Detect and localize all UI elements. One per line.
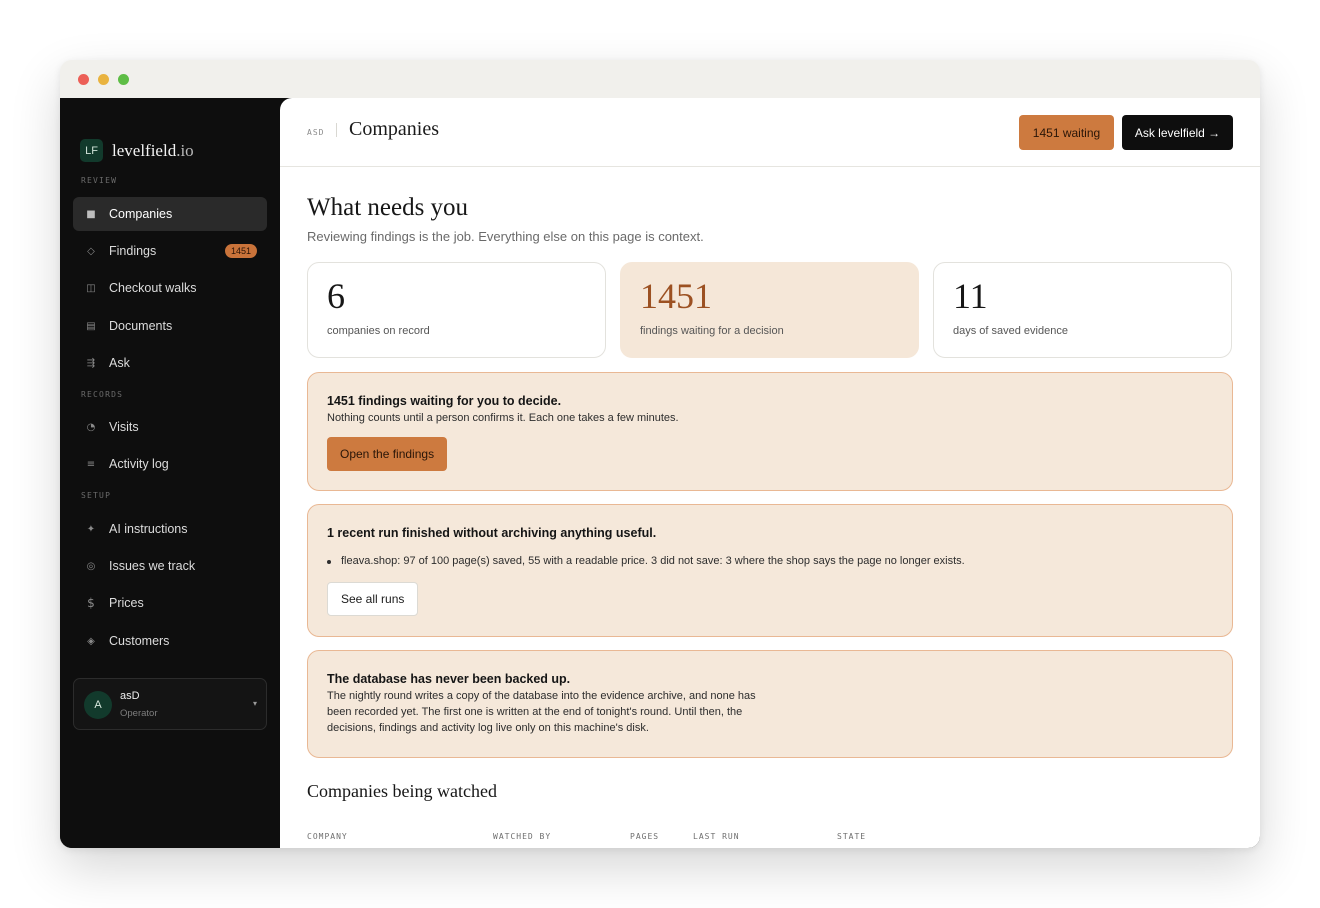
sidebar-item-prices[interactable]: $ Prices [73,586,267,620]
section-heading: What needs you [307,194,469,221]
checkout-walks-icon: ◫ [86,282,96,294]
open-findings-button[interactable]: Open the findings [327,437,448,471]
sidebar-item-checkout-walks[interactable]: ◫ Checkout walks [73,271,267,305]
alert-title: 1451 findings waiting for you to decide. [327,394,562,408]
page-title: Companies [349,118,439,140]
user-role: Operator [120,708,158,719]
sidebar-item-companies[interactable]: ■ Companies [73,197,267,231]
stat-label: companies on record [327,325,430,337]
issues-icon: ◎ [86,560,96,572]
alert-findings-waiting: 1451 findings waiting for you to decide.… [307,372,1233,491]
sidebar-item-ask[interactable]: ⇶ Ask [73,346,267,380]
activity-log-icon: ≡ [86,458,96,470]
minimize-window-button[interactable] [98,74,109,85]
column-header-pages[interactable]: PAGES [630,832,659,841]
breadcrumb-org[interactable]: ASD [307,128,324,137]
chevron-down-icon: ▾ [252,699,257,708]
app-shell: LF levelfield.io REVIEW ■ Companies ◇ Fi… [60,98,1260,848]
ai-instructions-icon: ✦ [86,523,96,535]
stat-label: days of saved evidence [953,325,1068,337]
user-name: asD [120,690,140,702]
brand-name: levelfield.io [112,141,194,161]
sidebar-item-label: Documents [109,319,173,333]
section-label-review: REVIEW [81,176,118,185]
section-label-records: RECORDS [81,390,124,399]
findings-count-badge: 1451 [224,244,257,258]
sidebar-item-documents[interactable]: ▤ Documents [73,309,267,343]
sidebar-item-customers[interactable]: ◈ Customers [73,624,267,658]
ask-icon: ⇶ [86,357,96,369]
findings-icon: ◇ [87,245,95,257]
brand[interactable]: LF levelfield.io [80,139,194,162]
user-menu[interactable]: A asD Operator ▾ [73,678,267,730]
sidebar-item-ai-instructions[interactable]: ✦ AI instructions [73,512,267,546]
sidebar-item-visits[interactable]: ◔ Visits [73,410,267,444]
sidebar-item-label: Customers [109,634,170,648]
alert-text-line: The nightly round writes a copy of the d… [327,690,756,702]
brand-logo: LF [80,139,103,162]
sidebar-item-label: Visits [109,420,139,434]
avatar: A [84,691,112,719]
column-header-company[interactable]: COMPANY [307,832,348,841]
stat-value: 1451 [640,276,712,316]
close-window-button[interactable] [78,74,89,85]
alert-recent-run: 1 recent run finished without archiving … [307,504,1233,637]
customers-icon: ◈ [87,635,95,647]
browser-window: LF levelfield.io REVIEW ■ Companies ◇ Fi… [60,60,1260,848]
window-titlebar [60,60,1260,98]
sidebar: LF levelfield.io REVIEW ■ Companies ◇ Fi… [60,98,280,848]
sidebar-item-label: Prices [109,596,144,610]
column-header-last-run[interactable]: LAST RUN [693,832,740,841]
table-title: Companies being watched [307,781,497,801]
sidebar-item-label: Activity log [109,457,169,471]
prices-icon: $ [87,596,95,610]
companies-icon: ■ [86,208,96,220]
sidebar-item-label: Checkout walks [109,281,197,295]
see-all-runs-button[interactable]: See all runs [327,582,419,616]
sidebar-item-label: Ask [109,356,130,370]
stat-card-evidence-days: 11 days of saved evidence [933,262,1232,358]
alert-backup-missing: The database has never been backed up. T… [307,650,1233,758]
section-subtitle: Reviewing findings is the job. Everythin… [307,229,704,244]
sidebar-item-issues[interactable]: ◎ Issues we track [73,549,267,583]
alert-title: 1 recent run finished without archiving … [327,526,657,540]
section-label-setup: SETUP [81,491,112,500]
stat-label: findings waiting for a decision [640,325,784,337]
brand-tld: .io [176,140,194,160]
sidebar-item-label: Issues we track [109,559,196,573]
stat-card-findings[interactable]: 1451 findings waiting for a decision [620,262,919,358]
sidebar-item-label: Companies [109,207,173,221]
alert-title: The database has never been backed up. [327,672,571,686]
column-header-watched-by[interactable]: WATCHED BY [493,832,551,841]
ask-levelfield-button[interactable]: Ask levelfield → [1122,115,1233,150]
top-bar: ASD Companies 1451 waiting Ask levelfiel… [280,98,1260,167]
stat-value: 6 [327,276,345,316]
waiting-findings-button[interactable]: 1451 waiting [1019,115,1114,150]
breadcrumb-divider [336,123,337,137]
alert-text-line: been recorded yet. The first one is writ… [327,706,743,718]
sidebar-item-label: Findings [109,244,157,258]
run-summary-item: fleava.shop: 97 of 100 page(s) saved, 55… [327,555,965,567]
visits-icon: ◔ [86,421,96,433]
stat-card-companies: 6 companies on record [307,262,606,358]
sidebar-item-label: AI instructions [109,522,188,536]
stat-value: 11 [953,276,988,316]
maximize-window-button[interactable] [118,74,129,85]
alert-text: Nothing counts until a person confirms i… [327,412,679,424]
brand-name-text: levelfield [112,140,177,160]
alert-text-line: decisions, findings and activity log liv… [327,722,649,734]
documents-icon: ▤ [86,320,96,332]
main-content: ASD Companies 1451 waiting Ask levelfiel… [280,98,1260,848]
sidebar-item-findings[interactable]: ◇ Findings 1451 [73,234,267,268]
column-header-state[interactable]: STATE [837,832,866,841]
sidebar-item-activity-log[interactable]: ≡ Activity log [73,447,267,481]
